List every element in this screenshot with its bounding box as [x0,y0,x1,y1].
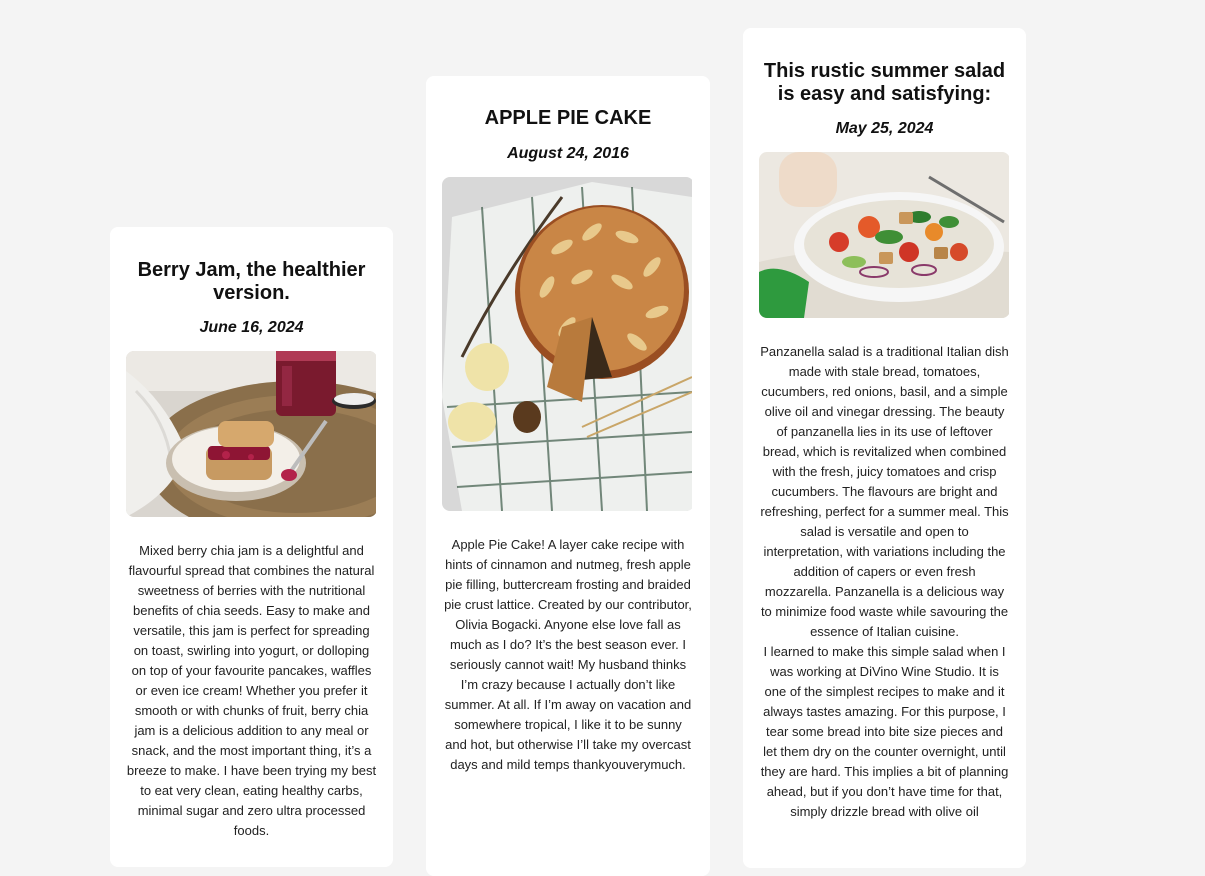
post-paragraph: Mixed berry chia jam is a delightful and… [126,543,377,838]
post-body: Panzanella salad is a traditional Italia… [759,342,1010,822]
post-body: Apple Pie Cake! A layer cake recipe with… [442,535,694,775]
post-title: This rustic summer salad is easy and sat… [763,60,1006,105]
post-body: Mixed berry chia jam is a delightful and… [126,541,377,841]
post-card-summer-salad: This rustic summer salad is easy and sat… [743,28,1026,868]
post-date: June 16, 2024 [199,319,304,336]
post-card-apple-pie-cake: APPLE PIE CAKE August 24, 2016 Apple Pie… [426,76,710,876]
post-card-berry-jam: Berry Jam, the healthier version. June 1… [110,227,393,867]
post-title: Berry Jam, the healthier version. [137,259,366,304]
post-paragraph: I learned to make this simple salad when… [760,644,1009,819]
post-title: APPLE PIE CAKE [484,107,652,129]
post-paragraph: Panzanella salad is a traditional Italia… [760,344,1009,639]
post-paragraph: Apple Pie Cake! A layer cake recipe with… [444,537,692,772]
apple-pie-cake-photo [442,177,694,511]
post-date: May 25, 2024 [835,120,934,137]
post-date: August 24, 2016 [507,145,629,162]
panzanella-salad-photo [759,152,1010,318]
berry-jam-scone-photo [126,351,377,517]
